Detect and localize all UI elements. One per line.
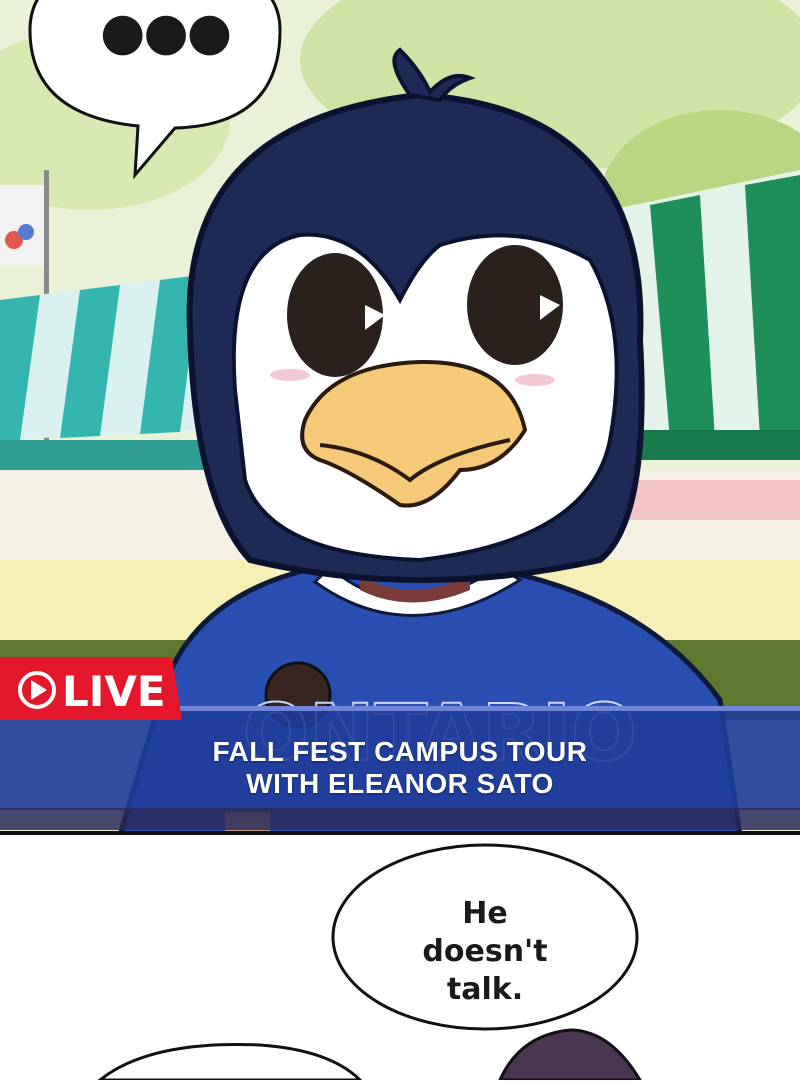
tent-valance xyxy=(0,440,220,470)
news-banner-title: FALL FEST CAMPUS TOUR WITH ELEANOR SATO xyxy=(0,733,800,803)
tent-valance xyxy=(620,430,800,460)
bubble-line: talk. xyxy=(446,972,524,1007)
speech-bubble-bottom-text: He doesn't talk. xyxy=(340,895,630,1009)
flag xyxy=(0,185,44,265)
mascot-blush-left xyxy=(270,369,310,381)
banner-title-line-1: FALL FEST CAMPUS TOUR xyxy=(212,736,588,767)
bubble-line: doesn't xyxy=(422,934,548,969)
speech-bubble-ellipsis: ●●● xyxy=(100,2,232,62)
comic-panel: ONTARIO LIVE ●●● FALL FEST CAMPUS TOUR W… xyxy=(0,0,800,835)
banner-bottom-strip xyxy=(0,808,800,830)
live-label: LIVE xyxy=(62,667,166,716)
bubble-line: He xyxy=(462,896,508,931)
striped-tent-far xyxy=(610,480,800,520)
mascot-blush-right xyxy=(515,374,555,386)
character-hair xyxy=(497,1028,643,1082)
banner-title-line-2: WITH ELEANOR SATO xyxy=(246,768,554,799)
balloon xyxy=(18,224,34,240)
panel-artwork: ONTARIO LIVE xyxy=(0,0,800,835)
speech-bubble-partial xyxy=(95,1042,364,1082)
